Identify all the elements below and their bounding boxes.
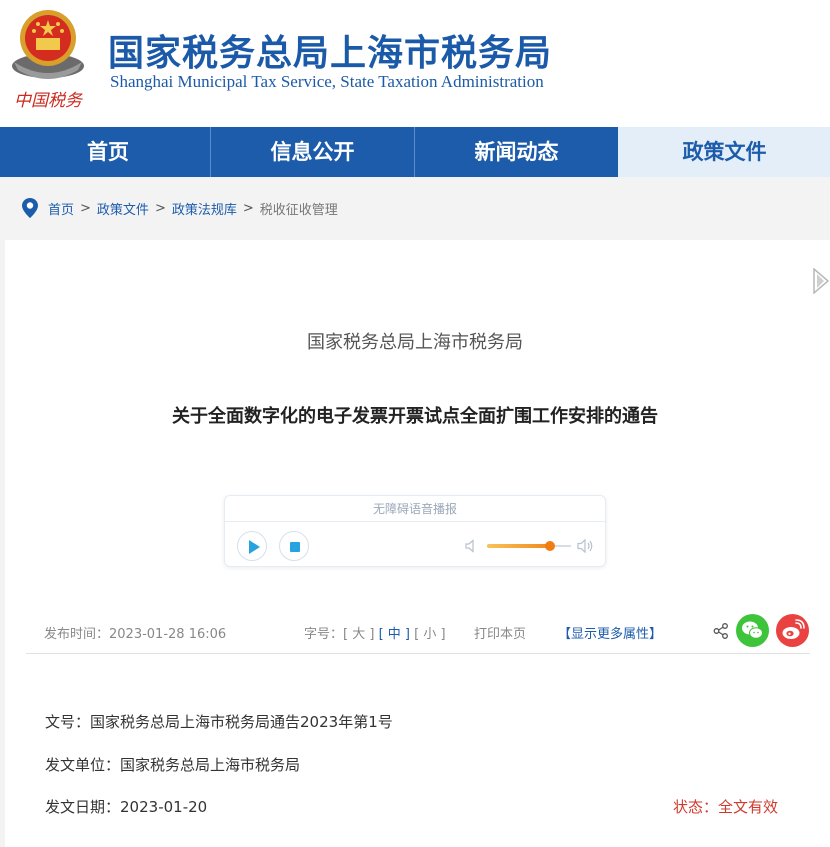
document-number: 文号：国家税务总局上海市税务局通告2023年第1号 xyxy=(45,711,393,732)
share-icon[interactable] xyxy=(712,622,730,640)
player-title: 无障碍语音播报 xyxy=(225,496,605,522)
volume-high-icon[interactable] xyxy=(577,538,595,554)
document-status-label: 状态： xyxy=(673,798,719,816)
breadcrumb-policy-documents[interactable]: 政策文件 xyxy=(97,199,149,218)
issue-date-value: 2023-01-20 xyxy=(120,798,208,816)
weibo-icon xyxy=(782,619,805,639)
share-wechat-button[interactable] xyxy=(736,614,769,647)
breadcrumb: 首页 > 政策文件 > 政策法规库 > 税收征收管理 xyxy=(22,198,338,218)
breadcrumb-policy-library[interactable]: 政策法规库 xyxy=(172,199,237,218)
accessibility-audio-player: 无障碍语音播报 xyxy=(224,495,606,567)
site-title: 国家税务总局上海市税务局 xyxy=(108,33,553,74)
breadcrumb-current: 税收征收管理 xyxy=(259,202,338,218)
font-size-switcher: 字号：[ 大 ] [ 中 ] [ 小 ] xyxy=(304,623,446,642)
stop-icon xyxy=(290,542,300,552)
document-status-value: 全文有效 xyxy=(718,798,779,816)
nav-item-home[interactable]: 首页 xyxy=(6,127,210,177)
issuing-unit: 发文单位：国家税务总局上海市税务局 xyxy=(45,754,300,775)
volume-slider-fill xyxy=(487,544,550,548)
play-icon xyxy=(249,540,260,554)
print-page-link[interactable]: 打印本页 xyxy=(474,623,526,642)
volume-slider-handle[interactable] xyxy=(545,541,555,551)
publish-time-value: 2023-01-28 16:06 xyxy=(109,627,227,642)
article-meta-bar: 发布时间：2023-01-28 16:06 字号：[ 大 ] [ 中 ] [ 小… xyxy=(26,612,810,654)
site-header: 中国税务 国家税务总局上海市税务局 Shanghai Municipal Tax… xyxy=(0,0,830,127)
breadcrumb-separator: > xyxy=(242,200,254,216)
expand-sidebar-arrow-icon[interactable] xyxy=(812,268,830,294)
nav-item-info-disclosure[interactable]: 信息公开 xyxy=(210,127,414,177)
wechat-icon xyxy=(742,621,763,639)
document-number-value: 国家税务总局上海市税务局通告2023年第1号 xyxy=(90,713,393,731)
logo-caption: 中国税务 xyxy=(14,91,84,111)
play-button[interactable] xyxy=(237,531,267,561)
document-status: 状态：全文有效 xyxy=(673,796,778,817)
issue-date: 发文日期：2023-01-20 xyxy=(45,796,207,817)
article-issuer: 国家税务总局上海市税务局 xyxy=(307,332,523,353)
nav-item-news[interactable]: 新闻动态 xyxy=(414,127,618,177)
breadcrumb-home[interactable]: 首页 xyxy=(48,199,74,218)
tax-emblem-logo[interactable]: 中国税务 xyxy=(8,4,88,112)
share-weibo-button[interactable] xyxy=(776,614,809,647)
issuing-unit-label: 发文单位： xyxy=(45,756,121,774)
volume-slider[interactable] xyxy=(487,541,571,551)
font-size-small-option[interactable]: [ 小 ] xyxy=(414,627,445,642)
nav-item-policy-documents[interactable]: 政策文件 xyxy=(618,127,830,177)
publish-time-label: 发布时间： xyxy=(44,627,110,642)
article-title: 关于全面数字化的电子发票开票试点全面扩围工作安排的通告 xyxy=(172,406,658,427)
issue-date-label: 发文日期： xyxy=(45,798,121,816)
main-nav: 首页 信息公开 新闻动态 政策文件 xyxy=(0,127,830,177)
issuing-unit-value: 国家税务总局上海市税务局 xyxy=(120,756,301,774)
publish-time: 发布时间：2023-01-28 16:06 xyxy=(44,623,226,642)
document-number-label: 文号： xyxy=(45,713,91,731)
font-size-medium-option[interactable]: [ 中 ] xyxy=(379,627,410,642)
breadcrumb-separator: > xyxy=(154,200,166,216)
location-pin-icon xyxy=(22,198,38,218)
font-size-label: 字号： xyxy=(304,627,344,642)
stop-button[interactable] xyxy=(279,531,309,561)
breadcrumb-separator: > xyxy=(80,200,91,216)
site-subtitle: Shanghai Municipal Tax Service, State Ta… xyxy=(110,72,544,91)
volume-low-icon[interactable] xyxy=(465,539,479,553)
font-size-large-option[interactable]: [ 大 ] xyxy=(343,627,374,642)
show-more-properties-link[interactable]: 【显示更多属性】 xyxy=(558,623,662,642)
